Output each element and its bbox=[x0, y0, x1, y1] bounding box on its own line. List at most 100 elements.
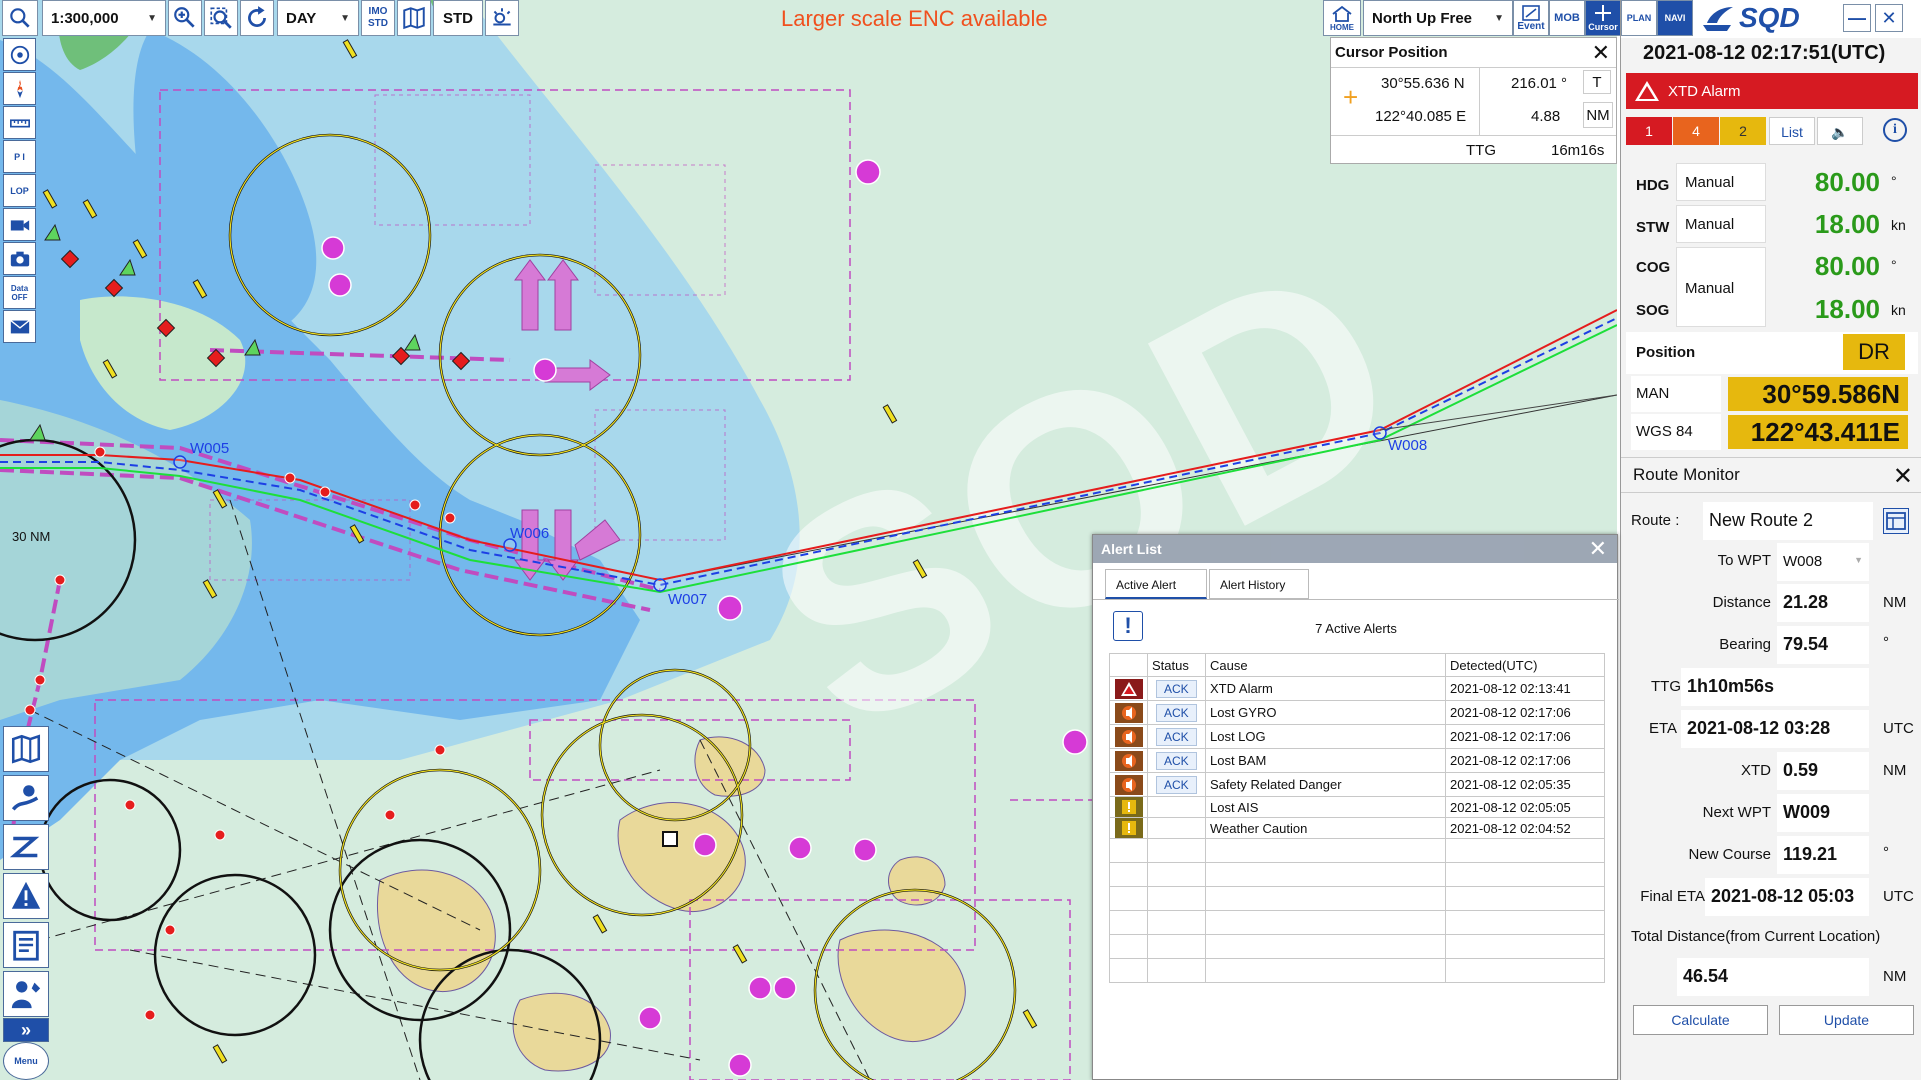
zoom-area-icon bbox=[210, 7, 232, 29]
menu-button[interactable]: Menu bbox=[3, 1042, 49, 1080]
warning-count[interactable]: 4 bbox=[1673, 117, 1719, 145]
home-button[interactable]: HOME bbox=[1323, 0, 1361, 36]
home-label: HOME bbox=[1330, 22, 1354, 32]
route-table-button[interactable] bbox=[1883, 508, 1909, 534]
std-display-button[interactable]: STD bbox=[433, 0, 483, 36]
std-label: STD bbox=[368, 18, 388, 29]
alert-status-icon-cell bbox=[1109, 724, 1148, 749]
alert-list-titlebar[interactable]: Alert List ✕ bbox=[1093, 535, 1617, 563]
alerts-table: Status Cause Detected(UTC) ACK XTD Alarm 2… bbox=[1109, 653, 1605, 983]
ruler-button[interactable] bbox=[3, 106, 36, 139]
stw-mode[interactable]: Manual bbox=[1676, 205, 1766, 243]
sog-value: 18.00 bbox=[1814, 294, 1880, 324]
tab-active-alert[interactable]: Active Alert bbox=[1105, 569, 1207, 599]
cog-sog-mode[interactable]: Manual bbox=[1676, 247, 1766, 327]
ship-logo-icon bbox=[1703, 7, 1733, 31]
update-button[interactable]: Update bbox=[1779, 1005, 1914, 1035]
weather-button[interactable] bbox=[485, 0, 519, 36]
alert-cause: Safety Related Danger bbox=[1205, 772, 1446, 797]
active-alarm-bar[interactable]: XTD Alarm bbox=[1626, 73, 1918, 109]
plan-button[interactable]: PLAN bbox=[1621, 0, 1657, 36]
display-mode-select[interactable]: DAY ▼ bbox=[277, 0, 359, 36]
calculate-button[interactable]: Calculate bbox=[1633, 1005, 1768, 1035]
video-button[interactable] bbox=[3, 208, 36, 241]
route-name-field[interactable]: New Route 2 bbox=[1703, 502, 1873, 540]
xtd-unit: NM bbox=[1883, 762, 1907, 779]
close-icon[interactable]: ✕ bbox=[1592, 40, 1610, 66]
alert-row[interactable]: ACK Lost LOG 2021-08-12 02:17:06 bbox=[1109, 724, 1605, 749]
close-icon[interactable]: ✕ bbox=[1589, 536, 1607, 562]
info-icon[interactable]: i bbox=[1883, 118, 1907, 142]
pi-button[interactable]: P I bbox=[3, 140, 36, 173]
empty-alert-row bbox=[1109, 958, 1605, 983]
empty-alert-row bbox=[1109, 934, 1605, 959]
caution-count[interactable]: 2 bbox=[1720, 117, 1766, 145]
imo-label: IMO bbox=[368, 6, 388, 17]
refresh-button[interactable] bbox=[240, 0, 274, 36]
message-button[interactable] bbox=[3, 310, 36, 343]
alert-row[interactable]: ACK Safety Related Danger 2021-08-12 02:05… bbox=[1109, 772, 1605, 797]
xtd-value: 0.59 bbox=[1777, 752, 1869, 790]
to-wpt-select[interactable]: W008 ▼ bbox=[1777, 543, 1869, 581]
warning-icon bbox=[1114, 774, 1143, 795]
data-off-button[interactable]: Data OFF bbox=[3, 276, 36, 309]
alert-row[interactable]: Lost AIS 2021-08-12 02:05:05 bbox=[1109, 796, 1605, 818]
track-button[interactable] bbox=[3, 824, 49, 870]
zoom-search-button[interactable] bbox=[2, 0, 38, 36]
mob-button[interactable]: MOB bbox=[1549, 0, 1585, 36]
maintenance-button[interactable] bbox=[3, 971, 49, 1017]
alert-row[interactable]: Weather Caution 2021-08-12 02:04:52 bbox=[1109, 817, 1605, 839]
ack-button[interactable]: ACK bbox=[1156, 703, 1197, 722]
chart-settings-button[interactable] bbox=[397, 0, 431, 36]
minimize-button[interactable]: — bbox=[1843, 4, 1871, 32]
lop-button[interactable]: LOP bbox=[3, 174, 36, 207]
crosshair-icon bbox=[1595, 5, 1611, 21]
ack-button[interactable]: ACK bbox=[1156, 751, 1197, 770]
route-monitor-header: Route Monitor ✕ bbox=[1621, 457, 1921, 493]
alert-ack-cell: ACK bbox=[1147, 700, 1206, 725]
cursor-position-title: Cursor Position bbox=[1335, 44, 1448, 61]
zoom-area-button[interactable] bbox=[204, 0, 238, 36]
bearing-label: Bearing bbox=[1719, 636, 1771, 653]
close-icon[interactable]: ✕ bbox=[1893, 462, 1913, 491]
position-source-button[interactable]: DR bbox=[1843, 334, 1905, 370]
camera-icon bbox=[10, 251, 29, 266]
ack-button[interactable]: ACK bbox=[1156, 727, 1197, 746]
expand-toolbar-button[interactable]: » bbox=[3, 1018, 49, 1042]
bearing-ref-button[interactable]: T bbox=[1583, 70, 1611, 94]
logbook-button[interactable] bbox=[3, 922, 49, 968]
close-app-button[interactable]: ✕ bbox=[1875, 4, 1903, 32]
cursor-button[interactable]: Cursor bbox=[1585, 0, 1621, 36]
zoom-in-button[interactable] bbox=[168, 0, 202, 36]
alert-button[interactable] bbox=[3, 873, 49, 919]
man-label: MAN bbox=[1636, 385, 1670, 402]
alert-row[interactable]: ACK XTD Alarm 2021-08-12 02:13:41 bbox=[1109, 676, 1605, 701]
alert-list-button[interactable]: List bbox=[1769, 117, 1815, 145]
orientation-select[interactable]: North Up Free ▼ bbox=[1363, 0, 1513, 36]
alert-status-icon-cell bbox=[1109, 700, 1148, 725]
scale-select[interactable]: 1:300,000 ▼ bbox=[42, 0, 166, 36]
alarm-count[interactable]: 1 bbox=[1626, 117, 1672, 145]
tab-alert-history[interactable]: Alert History bbox=[1209, 569, 1309, 599]
cog-unit: ° bbox=[1891, 257, 1897, 273]
event-button[interactable]: Event bbox=[1513, 0, 1549, 36]
ack-button[interactable]: ACK bbox=[1156, 775, 1197, 794]
distance-unit-button[interactable]: NM bbox=[1583, 102, 1613, 128]
mute-button[interactable]: 🔈 bbox=[1817, 117, 1863, 145]
final-eta-label: Final ETA bbox=[1640, 888, 1705, 905]
screenshot-button[interactable] bbox=[3, 242, 36, 275]
navi-button[interactable]: NAVI bbox=[1657, 0, 1693, 36]
crosshair-icon: + bbox=[1343, 82, 1359, 112]
zoom-in-icon bbox=[174, 7, 195, 28]
alert-row[interactable]: ACK Lost BAM 2021-08-12 02:17:06 bbox=[1109, 748, 1605, 773]
compass-button[interactable]: N bbox=[3, 72, 36, 105]
imo-std-button[interactable]: IMO STD bbox=[361, 0, 395, 36]
alert-row[interactable]: ACK Lost GYRO 2021-08-12 02:17:06 bbox=[1109, 700, 1605, 725]
hdg-mode[interactable]: Manual bbox=[1676, 163, 1766, 201]
ack-button[interactable]: ACK bbox=[1156, 679, 1197, 698]
empty-alert-row bbox=[1109, 862, 1605, 887]
chart-library-button[interactable] bbox=[3, 726, 49, 772]
route-planning-button[interactable] bbox=[3, 775, 49, 821]
target-button[interactable] bbox=[3, 38, 36, 71]
cursor-ttg: 16m16s bbox=[1551, 142, 1605, 159]
